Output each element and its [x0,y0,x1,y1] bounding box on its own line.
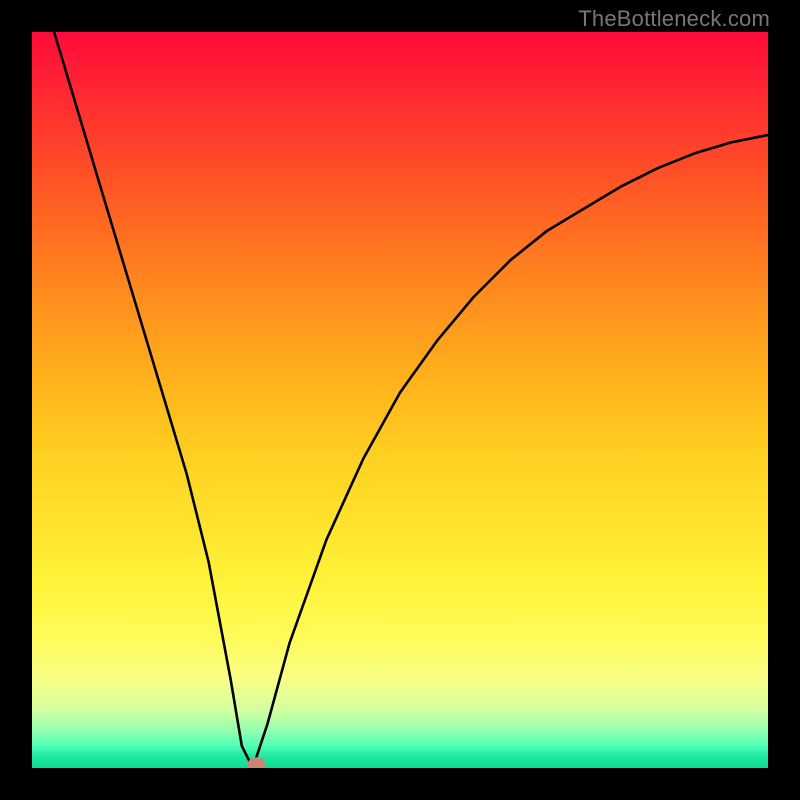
curve-path [54,32,768,768]
chart-frame: TheBottleneck.com [0,0,800,800]
watermark-text: TheBottleneck.com [578,6,770,32]
bottleneck-curve [32,32,768,768]
minimum-marker [248,757,266,768]
plot-area [32,32,768,768]
